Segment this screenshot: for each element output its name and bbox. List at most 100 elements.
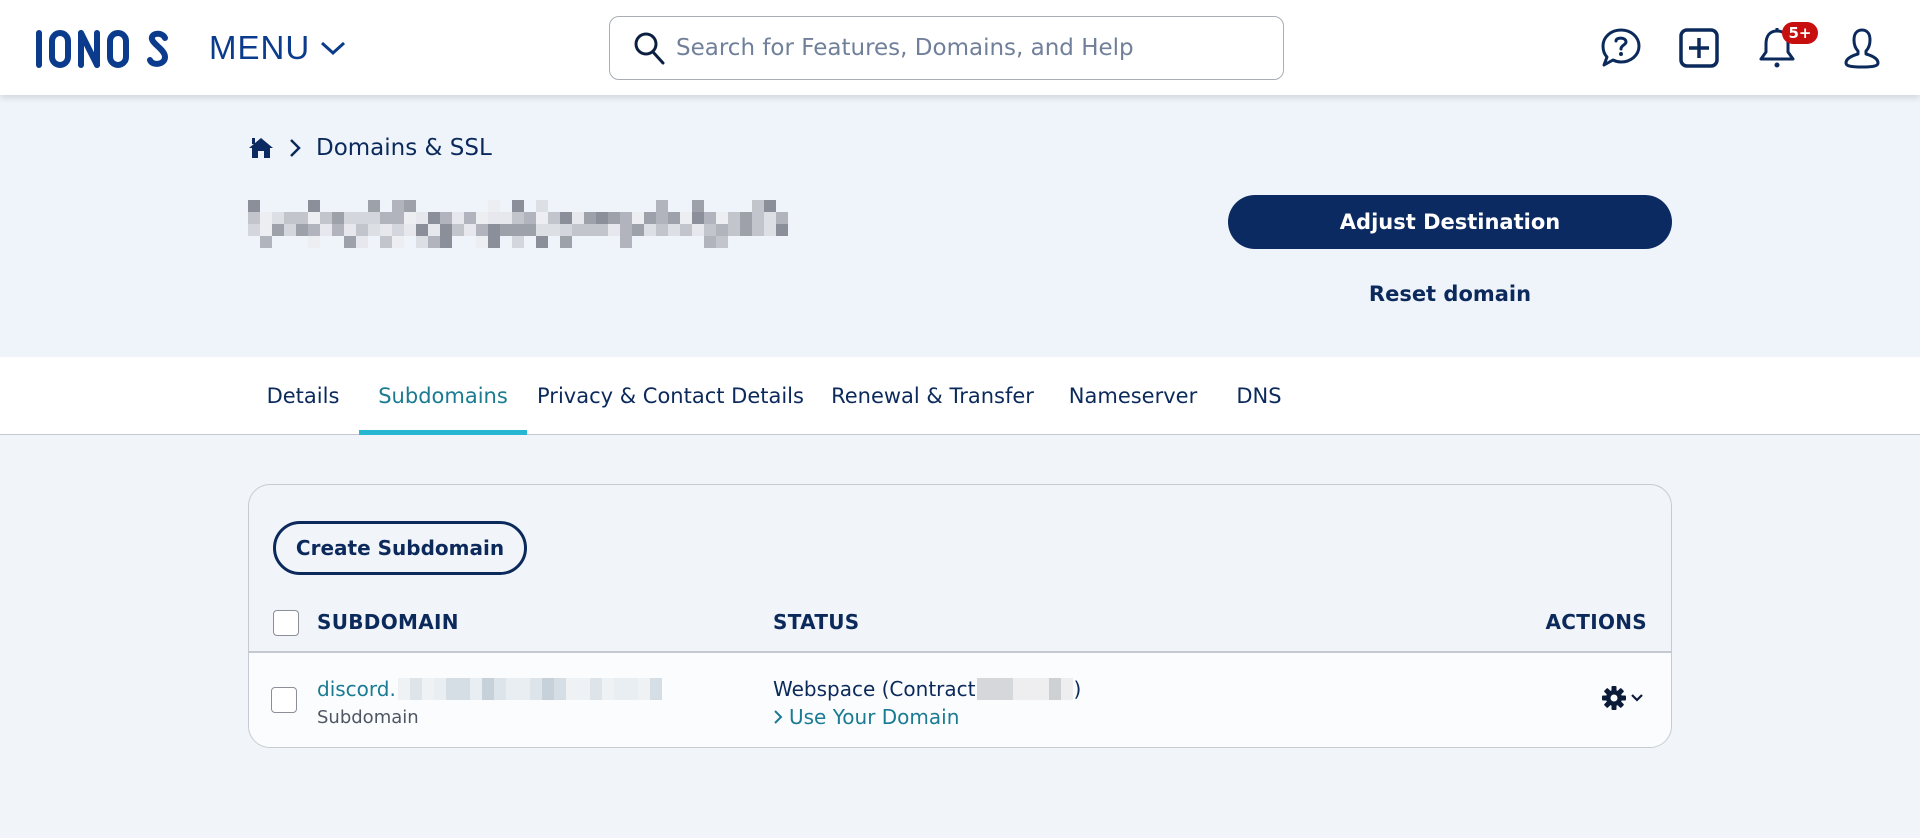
pixel-column: [512, 200, 524, 248]
top-header: MENU 5+: [0, 0, 1920, 95]
tab-label: Privacy & Contact Details: [537, 383, 804, 408]
pixel-column: [656, 200, 668, 248]
pixel-column: [548, 200, 560, 248]
pixel-column: [536, 200, 548, 248]
pixel-cell: [577, 678, 590, 700]
status-suffix: ): [1073, 677, 1082, 701]
pixel-cell: [445, 678, 458, 700]
search-input[interactable]: [676, 35, 1276, 61]
ionos-logo[interactable]: [36, 26, 171, 72]
pixel-column: [680, 200, 692, 248]
ionos-logo-mark: [36, 30, 169, 68]
add-button[interactable]: [1675, 24, 1723, 72]
chevron-right-icon: [290, 139, 301, 157]
breadcrumb-domains-ssl[interactable]: Domains & SSL: [316, 135, 492, 161]
pixel-column: [392, 200, 404, 248]
pixel-column: [500, 200, 512, 248]
pixel-cell: [541, 678, 554, 700]
pixel-column: [272, 200, 284, 248]
tab-privacy-contact[interactable]: Privacy & Contact Details: [527, 357, 814, 434]
pixel-column: [476, 200, 488, 248]
search-box[interactable]: [609, 16, 1284, 80]
column-subdomain[interactable]: SUBDOMAIN: [317, 593, 459, 651]
subdomain-type: Subdomain: [317, 707, 419, 728]
chevron-right-icon: [774, 710, 783, 724]
pixel-column: [248, 200, 260, 248]
create-subdomain-button[interactable]: Create Subdomain: [273, 521, 527, 575]
chevron-down-icon: [321, 41, 346, 56]
pixel-column: [692, 200, 704, 248]
pixel-cell: [421, 678, 434, 700]
pixel-cell: [397, 678, 410, 700]
account-button[interactable]: [1838, 24, 1886, 72]
pixel-cell: [649, 678, 662, 700]
tab-details[interactable]: Details: [248, 357, 358, 434]
pixel-column: [464, 200, 476, 248]
pixel-cell: [637, 678, 650, 700]
pixel-column: [596, 200, 608, 248]
pixel-column: [716, 200, 728, 248]
table-row: discord. Subdomain Webspace (Contract ) …: [249, 653, 1671, 747]
pixel-column: [704, 200, 716, 248]
adjust-destination-button[interactable]: Adjust Destination: [1228, 195, 1672, 249]
pixel-column: [416, 200, 428, 248]
pixel-column: [524, 200, 536, 248]
redacted-contract: [977, 678, 1074, 700]
pixel-column: [356, 200, 368, 248]
pixel-cell: [469, 678, 482, 700]
pixel-column: [584, 200, 596, 248]
pixel-column: [284, 200, 296, 248]
table-header: SUBDOMAIN STATUS ACTIONS: [249, 593, 1671, 653]
tab-label: Nameserver: [1068, 383, 1198, 408]
subdomains-card: Create Subdomain SUBDOMAIN STATUS ACTION…: [248, 484, 1672, 748]
pixel-column: [560, 200, 572, 248]
pixel-column: [380, 200, 392, 248]
pixel-column: [308, 200, 320, 248]
pixel-cell: [481, 678, 494, 700]
pixel-cell: [1061, 678, 1074, 700]
status-label: Webspace (Contract: [773, 677, 976, 701]
pixel-column: [764, 200, 776, 248]
gear-icon: [1602, 686, 1626, 710]
pixel-column: [608, 200, 620, 248]
pixel-column: [368, 200, 380, 248]
tab-label: Details: [266, 383, 340, 408]
pixel-column: [728, 200, 740, 248]
pixel-column: [632, 200, 644, 248]
menu-button[interactable]: MENU: [209, 28, 346, 68]
subdomain-name-link[interactable]: discord.: [317, 677, 662, 701]
pixel-cell: [989, 678, 1002, 700]
column-status: STATUS: [773, 610, 860, 634]
menu-label: MENU: [209, 29, 311, 66]
pixel-column: [320, 200, 332, 248]
help-chat-button[interactable]: [1597, 24, 1645, 72]
subdomain-prefix: discord.: [317, 677, 396, 701]
select-all-checkbox[interactable]: [273, 610, 299, 636]
help-chat-icon: [1601, 28, 1641, 67]
pixel-cell: [529, 678, 542, 700]
pixel-cell: [433, 678, 446, 700]
pixel-cell: [625, 678, 638, 700]
pixel-column: [488, 200, 500, 248]
tab-subdomains[interactable]: Subdomains: [359, 357, 527, 435]
pixel-column: [644, 200, 656, 248]
use-your-domain-link[interactable]: Use Your Domain: [773, 705, 959, 729]
redacted-subdomain: [397, 678, 662, 700]
chevron-down-icon: [1631, 694, 1643, 702]
pixel-cell: [1013, 678, 1026, 700]
pixel-cell: [589, 678, 602, 700]
tab-dns[interactable]: DNS: [1215, 357, 1303, 434]
row-actions-menu[interactable]: [1601, 685, 1643, 711]
status-text: Webspace (Contract ): [773, 677, 1081, 701]
reset-domain-button[interactable]: Reset domain: [1228, 278, 1672, 310]
tab-label: Renewal & Transfer: [831, 383, 1034, 408]
tab-renewal-transfer[interactable]: Renewal & Transfer: [814, 357, 1051, 434]
breadcrumb: Domains & SSL: [248, 133, 492, 163]
tab-label: Subdomains: [378, 383, 508, 408]
tab-label: DNS: [1236, 383, 1282, 408]
row-checkbox[interactable]: [271, 687, 297, 713]
pixel-cell: [613, 678, 626, 700]
tab-nameserver[interactable]: Nameserver: [1051, 357, 1215, 434]
search-icon: [634, 32, 665, 65]
home-icon[interactable]: [248, 136, 274, 160]
